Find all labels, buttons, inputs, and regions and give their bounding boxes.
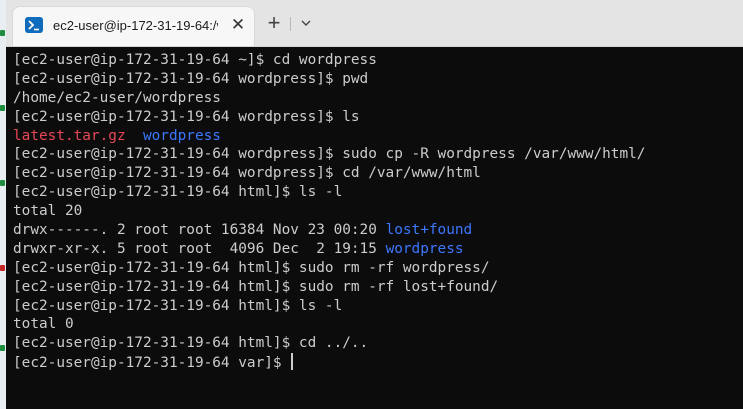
terminal-text: [ec2-user@ip-172-31-19-64 var]$ (13, 355, 291, 372)
background-indicator-icon (0, 180, 5, 186)
terminal-line: [ec2-user@ip-172-31-19-64 html]$ ls -l (13, 297, 645, 316)
terminal-text: [ec2-user@ip-172-31-19-64 wordpress]$ pw… (13, 70, 369, 87)
directory-name: wordpress (142, 127, 221, 144)
background-indicator-icon (0, 345, 5, 351)
terminal-line: latest.tar.gz wordpress (13, 127, 645, 146)
terminal-text: [ec2-user@ip-172-31-19-64 html]$ ls -l (13, 297, 343, 314)
terminal-line: drwxr-xr-x. 5 root root 4096 Dec 2 19:15… (13, 240, 645, 259)
terminal-text: [ec2-user@ip-172-31-19-64 html]$ sudo rm… (13, 278, 499, 295)
terminal-line: [ec2-user@ip-172-31-19-64 html]$ cd ../.… (13, 334, 645, 353)
terminal-line: [ec2-user@ip-172-31-19-64 var]$ (13, 353, 645, 372)
close-icon[interactable]: ✕ (228, 15, 248, 35)
tab-terminal[interactable]: ec2-user@ip-172-31-19-64:/var ✕ (12, 6, 255, 46)
directory-name: wordpress (385, 240, 464, 257)
chevron-down-icon[interactable] (296, 12, 316, 36)
terminal-text: [ec2-user@ip-172-31-19-64 html]$ ls -l (13, 184, 343, 201)
terminal-line: [ec2-user@ip-172-31-19-64 html]$ sudo rm… (13, 278, 645, 297)
terminal-text: [ec2-user@ip-172-31-19-64 wordpress]$ ls (13, 108, 360, 125)
background-indicator-icon (0, 30, 5, 36)
terminal-line: total 0 (13, 315, 645, 334)
terminal-text: [ec2-user@ip-172-31-19-64 wordpress]$ su… (13, 146, 646, 163)
terminal-line: [ec2-user@ip-172-31-19-64 wordpress]$ pw… (13, 70, 645, 89)
tab-title: ec2-user@ip-172-31-19-64:/var (53, 18, 218, 33)
new-tab-button[interactable]: + (262, 12, 286, 36)
tab-bar: ec2-user@ip-172-31-19-64:/var ✕ + (6, 0, 743, 47)
background-indicator-icon (0, 105, 5, 111)
terminal-text: drwx------. 2 root root 16384 Nov 23 00:… (13, 222, 386, 239)
terminal-text: drwxr-xr-x. 5 root root 4096 Dec 2 19:15 (13, 240, 386, 257)
tab-divider (290, 17, 291, 31)
terminal-text: /home/ec2-user/wordpress (13, 89, 221, 106)
terminal-output: [ec2-user@ip-172-31-19-64 ~]$ cd wordpre… (13, 51, 645, 372)
terminal-text: total 20 (13, 203, 83, 220)
terminal-pane[interactable]: [ec2-user@ip-172-31-19-64 ~]$ cd wordpre… (6, 47, 743, 409)
terminal-prompt-icon (25, 17, 43, 33)
terminal-line: [ec2-user@ip-172-31-19-64 wordpress]$ ls (13, 108, 645, 127)
terminal-text: [ec2-user@ip-172-31-19-64 html]$ cd ../.… (13, 335, 369, 352)
terminal-text: [ec2-user@ip-172-31-19-64 ~]$ cd wordpre… (13, 52, 377, 68)
terminal-line: [ec2-user@ip-172-31-19-64 wordpress]$ cd… (13, 164, 645, 183)
terminal-line: [ec2-user@ip-172-31-19-64 html]$ sudo rm… (13, 259, 645, 278)
terminal-line: [ec2-user@ip-172-31-19-64 wordpress]$ su… (13, 145, 645, 164)
terminal-line: total 20 (13, 202, 645, 221)
text-cursor (291, 353, 294, 371)
terminal-line: /home/ec2-user/wordpress (13, 89, 645, 108)
terminal-line: [ec2-user@ip-172-31-19-64 html]$ ls -l (13, 183, 645, 202)
terminal-text: [ec2-user@ip-172-31-19-64 wordpress]$ cd… (13, 165, 481, 182)
background-indicator-icon (0, 265, 5, 271)
terminal-text: total 0 (13, 316, 74, 333)
terminal-spacing (126, 128, 143, 144)
archive-filename: latest.tar.gz (13, 127, 126, 144)
terminal-line: drwx------. 2 root root 16384 Nov 23 00:… (13, 221, 645, 240)
terminal-text: [ec2-user@ip-172-31-19-64 html]$ sudo rm… (13, 259, 490, 276)
directory-name: lost+found (385, 222, 473, 239)
terminal-line: [ec2-user@ip-172-31-19-64 ~]$ cd wordpre… (13, 51, 645, 70)
